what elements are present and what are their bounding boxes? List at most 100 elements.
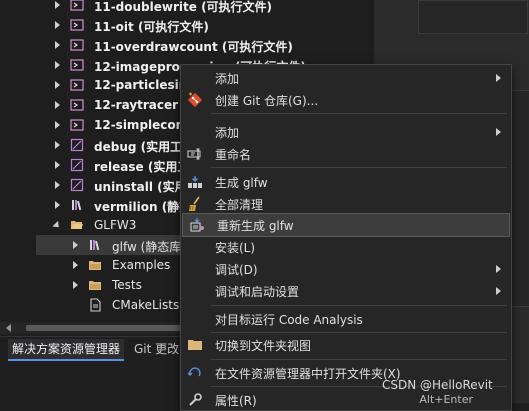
menu-item-label: 全部清理 [215, 198, 264, 212]
rebuild-icon [189, 217, 205, 233]
menu-item[interactable]: 重新生成 glfw [182, 213, 510, 237]
collapsed-arrow-icon[interactable] [52, 180, 62, 190]
cmake-target-icon [70, 18, 84, 32]
menu-item[interactable]: 重命名 [181, 143, 511, 165]
menu-item[interactable]: 添加 [181, 121, 511, 143]
file-icon [88, 298, 102, 312]
clean-icon [187, 196, 203, 212]
watermark-text: CSDN @HelloRevit [382, 378, 493, 392]
menu-item[interactable]: 全部清理 [181, 193, 511, 215]
menu-item-label: 生成 glfw [215, 176, 268, 190]
folder-icon [88, 258, 102, 272]
properties-icon [187, 392, 203, 408]
utility-target-icon [70, 178, 84, 192]
menu-item-label: 创建 Git 仓库(G)... [215, 94, 319, 108]
collapsed-arrow-icon[interactable] [70, 280, 80, 290]
menu-item-label: 安装(L) [215, 241, 256, 255]
tree-item-label: debug (实用工 [94, 140, 183, 154]
menu-item[interactable]: 调试和启动设置 [181, 280, 511, 302]
collapsed-arrow-icon[interactable] [52, 40, 62, 50]
menu-separator [211, 113, 507, 114]
tree-item[interactable]: 11-doublewrite (可执行文件) [0, 0, 374, 15]
tree-item[interactable]: 11-oit (可执行文件) [0, 15, 374, 35]
folder-open-icon [70, 218, 84, 232]
cmake-target-icon [70, 38, 84, 52]
scroll-left-icon[interactable] [6, 324, 11, 332]
menu-separator [211, 167, 507, 168]
submenu-arrow-icon [496, 74, 501, 82]
collapsed-arrow-icon[interactable] [52, 200, 62, 210]
menu-item[interactable]: 添加 [181, 67, 511, 89]
tree-item-label: 12-raytracer ( [94, 98, 188, 112]
cmake-target-icon [70, 0, 84, 12]
tree-item-label: GLFW3 [94, 218, 137, 232]
submenu-arrow-icon [496, 287, 501, 295]
git-repo-icon [187, 92, 203, 108]
tree-item-label: 12-particlesim [94, 78, 192, 92]
folder-icon [88, 278, 102, 292]
tree-item-label: 11-overdrawcount (可执行文件) [94, 40, 293, 54]
menu-item-label: 切换到文件夹视图 [215, 339, 312, 353]
collapsed-arrow-icon[interactable] [52, 20, 62, 30]
collapsed-arrow-icon[interactable] [70, 260, 80, 270]
static-library-icon [88, 238, 102, 252]
menu-separator [211, 359, 507, 360]
open-explorer-icon [187, 365, 203, 381]
menu-item-label: 添加 [215, 126, 240, 140]
menu-separator [211, 332, 507, 333]
tree-item-label: 11-doublewrite (可执行文件) [94, 0, 273, 14]
menu-item-label: 在文件资源管理器中打开文件夹(X) [215, 367, 401, 381]
context-menu: 添加 创建 Git 仓库(G)... 添加 重命名 生成 glfw 全部清理 重新生成 gl… [180, 64, 512, 411]
utility-target-icon [70, 158, 84, 172]
menu-item[interactable]: 切换到文件夹视图 [181, 334, 511, 356]
collapsed-arrow-icon[interactable] [52, 60, 62, 70]
folder-view-icon [187, 337, 203, 353]
menu-item[interactable]: 生成 glfw [181, 171, 511, 193]
collapsed-arrow-icon[interactable] [52, 80, 62, 90]
submenu-arrow-icon [496, 128, 501, 136]
menu-item-label: 调试(D) [215, 263, 258, 277]
collapsed-arrow-icon[interactable] [52, 100, 62, 110]
tree-item-label: vermilion (静态 [94, 200, 192, 214]
cmake-target-icon [70, 98, 84, 112]
menu-item[interactable]: 对目标运行 Code Analysis [181, 308, 511, 330]
menu-shortcut: Alt+Enter [419, 393, 473, 406]
collapsed-arrow-icon[interactable] [70, 240, 80, 250]
menu-item-label: 属性(R) [215, 394, 257, 408]
rename-icon [187, 146, 203, 162]
static-library-icon [70, 198, 84, 212]
tree-item-label: release (实用工 [94, 160, 190, 174]
tree-item-label: Examples [112, 258, 171, 272]
menu-item[interactable]: 安装(L) [181, 236, 511, 258]
tab-git-changes[interactable]: Git 更改 [130, 339, 183, 359]
tree-item-label: uninstall (实用 [94, 180, 187, 194]
cmake-target-icon [70, 118, 84, 132]
menu-item-label: 对目标运行 Code Analysis [215, 313, 363, 327]
tree-item[interactable]: 11-overdrawcount (可执行文件) [0, 35, 374, 55]
cmake-target-icon [70, 58, 84, 72]
menu-item-label: 调试和启动设置 [215, 285, 300, 299]
menu-separator [211, 305, 507, 306]
right-panel-card [418, 0, 528, 34]
tree-item-label: glfw (静态库 [112, 240, 182, 254]
tree-item-label: Tests [112, 278, 142, 292]
utility-target-icon [70, 138, 84, 152]
menu-item-label: 重新生成 glfw [217, 219, 294, 233]
submenu-arrow-icon [496, 265, 501, 273]
menu-item[interactable]: 调试(D) [181, 258, 511, 280]
tree-item-label: 12-simplecom [94, 118, 189, 132]
collapsed-arrow-icon[interactable] [52, 120, 62, 130]
tree-item-label: 11-oit (可执行文件) [94, 20, 209, 34]
menu-item[interactable]: 创建 Git 仓库(G)... [181, 89, 511, 111]
collapsed-arrow-icon[interactable] [52, 140, 62, 150]
expanded-arrow-icon[interactable] [52, 220, 62, 230]
collapsed-arrow-icon[interactable] [52, 0, 62, 10]
scroll-thumb[interactable] [26, 325, 186, 331]
collapsed-arrow-icon[interactable] [52, 160, 62, 170]
cmake-target-icon [70, 78, 84, 92]
menu-item-label: 添加 [215, 72, 240, 86]
menu-item-label: 重命名 [215, 148, 252, 162]
build-icon [187, 174, 203, 190]
menu-item[interactable]: 属性(R) Alt+Enter [181, 389, 511, 411]
tab-solution-explorer[interactable]: 解决方案资源管理器 [8, 339, 125, 361]
